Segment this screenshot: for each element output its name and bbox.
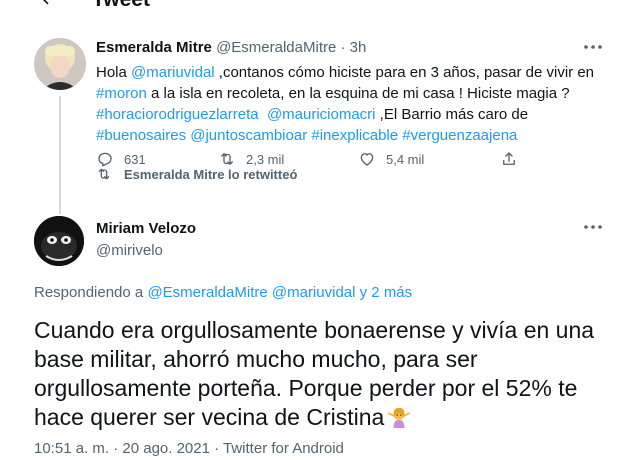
avatar-image [34,38,86,90]
like-count: 5,4 mil [386,151,425,167]
mention-link[interactable]: @EsmeraldaMitre [147,284,267,301]
hashtag-link[interactable]: #horaciorodriguezlarreta [96,106,259,123]
page-header: Tweet [0,0,637,22]
retweet-note: Esmeralda Mitre lo retwitteó [124,166,298,182]
mention-link[interactable]: @mauriciomacri [267,106,376,123]
avatar[interactable] [34,216,84,266]
mention-link[interactable]: @juntoscambioar [190,127,307,144]
hashtag-link[interactable]: #verguenzaajena [402,127,517,144]
replying-prefix: Respondiendo a [34,284,148,301]
author-handle[interactable]: @EsmeraldaMitre [216,39,336,56]
replying-to: Respondiendo a @EsmeraldaMitre @mariuvid… [34,284,412,301]
text-segment: a la isla en recoleta, en la esquina de … [146,85,570,102]
retweeted-by[interactable]: Esmeralda Mitre lo retwitteó [96,166,297,182]
mention-link[interactable]: @mariuvidal [131,64,215,81]
text-segment: ,contanos cómo hiciste para en 3 años, p… [214,64,595,81]
text-segment [259,106,267,123]
author-handle[interactable]: @mirivelo [96,242,163,259]
avatar-image [34,216,84,266]
tweet-body: Cuando era orgullosamente bonaerense y v… [34,316,624,432]
more-mentions-link[interactable]: y 2 más [355,284,413,301]
more-options-icon[interactable] [582,220,604,234]
separator-dot: · [340,39,346,56]
back-arrow-icon[interactable] [38,0,58,8]
share-icon [503,152,515,165]
author-name[interactable]: Esmeralda Mitre [96,39,212,56]
reply-count: 631 [124,151,146,167]
retweet-count: 2,3 mil [246,151,285,167]
thread-line [59,96,61,214]
heart-icon [360,153,374,166]
author-name[interactable]: Miriam Velozo [96,220,196,237]
more-options-icon[interactable] [582,40,604,54]
tweet-metadata[interactable]: 10:51 a. m. · 20 ago. 2021 · Twitter for… [34,440,344,457]
share-button[interactable] [500,150,518,168]
like-button[interactable]: 5,4 mil [358,150,424,168]
hashtag-link[interactable]: #moron [96,85,147,102]
hashtag-link[interactable]: #inexplicable [311,127,398,144]
tweet-text: Cuando era orgullosamente bonaerense y v… [34,317,595,430]
avatar[interactable] [34,38,86,90]
text-segment: Hola [96,64,132,81]
mention-link[interactable]: @mariuvidal [272,284,356,301]
retweet-icon [98,168,110,180]
page-title: Tweet [92,0,150,12]
tweet-text: Hola @mariuvidal ,contanos cómo hiciste … [96,62,616,146]
tweet-author-row: Esmeralda Mitre @EsmeraldaMitre · 3h [96,38,366,57]
woman-shrugging-emoji-icon [388,407,411,428]
text-segment: ,El Barrio más caro de [375,106,529,123]
hashtag-link[interactable]: #buenosaires [96,127,186,144]
tweet-time[interactable]: 3h [350,39,367,56]
